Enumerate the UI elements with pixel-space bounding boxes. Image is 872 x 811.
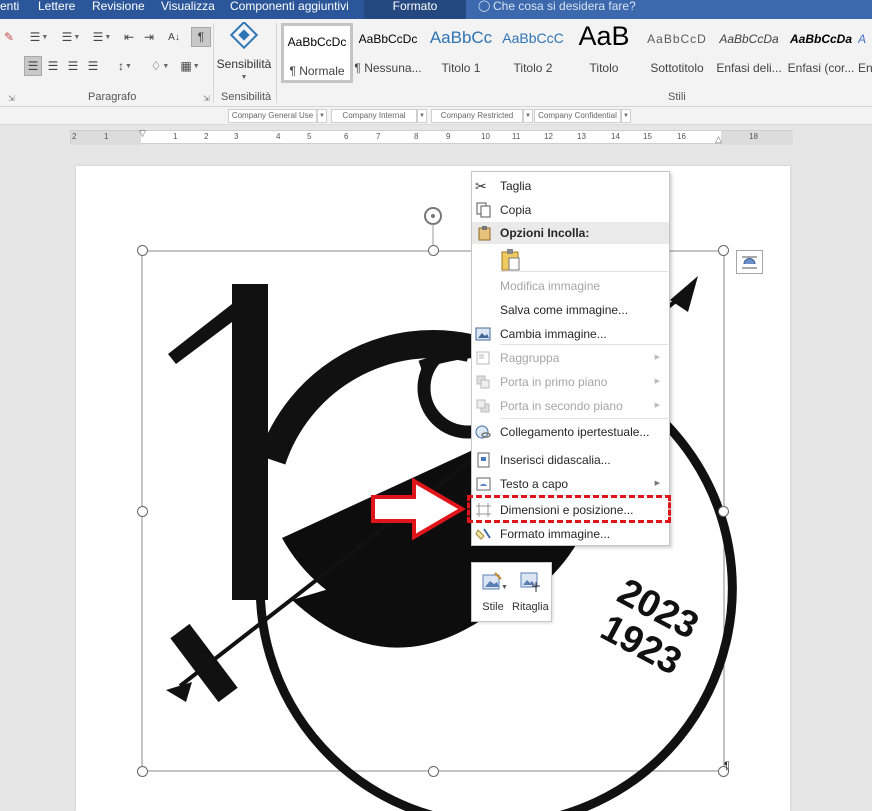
logo-digit-one bbox=[232, 284, 268, 600]
hyperlink-icon bbox=[475, 425, 491, 439]
menu-item-label: Porta in primo piano bbox=[500, 375, 608, 389]
logo-plane-top bbox=[670, 276, 698, 312]
submenu-arrow-icon: ▶ bbox=[654, 378, 660, 385]
red-arrow-annotation bbox=[371, 477, 466, 541]
menu-item-label: Raggruppa bbox=[500, 351, 560, 365]
group-icon bbox=[476, 351, 490, 365]
submenu-arrow-icon: ▶ bbox=[654, 480, 660, 487]
context-menu: ✂ Taglia Copia Opzioni Incolla: Modifica… bbox=[471, 171, 670, 546]
menu-item-raggruppa[interactable]: Raggruppa ▶ bbox=[472, 346, 669, 370]
menu-item-porta-in-primo-piano[interactable]: Porta in primo piano ▶ bbox=[472, 370, 669, 394]
menu-item-label: Collegamento ipertestuale... bbox=[500, 425, 650, 439]
menu-item-label: Cambia immagine... bbox=[500, 327, 607, 341]
clipboard-icon bbox=[478, 226, 491, 241]
resize-handle-bottom[interactable] bbox=[428, 766, 439, 777]
layout-options-button[interactable] bbox=[736, 250, 763, 274]
submenu-arrow-icon: ▶ bbox=[654, 402, 660, 409]
paste-options-header: Opzioni Incolla: bbox=[472, 222, 669, 244]
logo-digit-one-flag bbox=[168, 304, 240, 364]
menu-item-cambia-immagine[interactable]: Cambia immagine... bbox=[472, 322, 669, 346]
menu-item-modifica-immagine[interactable]: Modifica immagine bbox=[472, 274, 669, 298]
menu-item-label: Salva come immagine... bbox=[500, 303, 629, 317]
copy-icon bbox=[476, 202, 491, 218]
menu-item-formato-immagine[interactable]: Formato immagine... bbox=[472, 522, 669, 546]
paste-options-label: Opzioni Incolla: bbox=[500, 226, 590, 240]
menu-item-label: Testo a capo bbox=[500, 477, 569, 491]
anchor-icon: ¶ bbox=[724, 760, 730, 772]
menu-item-label: Taglia bbox=[500, 179, 532, 193]
resize-handle-left[interactable] bbox=[137, 506, 148, 517]
layout-options-icon bbox=[742, 256, 757, 269]
menu-item-label: Modifica immagine bbox=[500, 279, 601, 293]
highlight-annotation bbox=[467, 495, 671, 523]
crop-button-label: Ritaglia bbox=[512, 601, 549, 613]
menu-item-label: Porta in secondo piano bbox=[500, 399, 623, 413]
anniversary-logo-image[interactable]: 2023 1923 bbox=[0, 0, 872, 811]
format-picture-icon bbox=[475, 528, 491, 540]
paste-picture-option[interactable] bbox=[472, 246, 669, 274]
menu-separator bbox=[500, 344, 668, 345]
mini-toolbar: ▼ Stile Ritaglia bbox=[471, 562, 552, 622]
crop-icon bbox=[520, 572, 540, 592]
menu-item-label: Inserisci didascalia... bbox=[500, 453, 611, 467]
menu-item-label: Formato immagine... bbox=[500, 527, 611, 541]
menu-item-taglia[interactable]: ✂ Taglia bbox=[472, 174, 669, 198]
menu-separator bbox=[500, 418, 668, 419]
resize-handle-right[interactable] bbox=[718, 506, 729, 517]
scissors-icon: ✂ bbox=[475, 178, 487, 194]
send-backward-icon bbox=[476, 399, 490, 413]
menu-item-porta-in-secondo-piano[interactable]: Porta in secondo piano ▶ bbox=[472, 394, 669, 418]
paste-picture-icon bbox=[501, 249, 520, 271]
menu-item-inserisci-didascalia[interactable]: Inserisci didascalia... bbox=[472, 448, 669, 472]
wrap-text-icon bbox=[476, 477, 491, 491]
resize-handle-top[interactable] bbox=[428, 245, 439, 256]
resize-handle-top-left[interactable] bbox=[137, 245, 148, 256]
style-button[interactable]: ▼ Stile bbox=[475, 567, 511, 619]
bring-forward-icon bbox=[476, 375, 490, 389]
picture-style-icon: ▼ bbox=[482, 572, 507, 591]
resize-handle-bottom-left[interactable] bbox=[137, 766, 148, 777]
style-button-label: Stile bbox=[482, 601, 504, 613]
rotate-handle-icon[interactable] bbox=[424, 207, 442, 225]
change-picture-icon bbox=[475, 327, 491, 341]
menu-item-collegamento-ipertestuale[interactable]: Collegamento ipertestuale... bbox=[472, 420, 669, 444]
resize-handle-top-right[interactable] bbox=[718, 245, 729, 256]
caption-icon bbox=[477, 452, 490, 468]
menu-item-label: Copia bbox=[500, 203, 532, 217]
crop-button[interactable]: Ritaglia bbox=[512, 567, 549, 619]
logo-plane-tail bbox=[166, 682, 192, 702]
submenu-arrow-icon: ▶ bbox=[654, 354, 660, 361]
svg-text:▼: ▼ bbox=[501, 584, 507, 591]
menu-item-salva-come-immagine[interactable]: Salva come immagine... bbox=[472, 298, 669, 322]
menu-separator bbox=[500, 271, 668, 272]
menu-item-testo-a-capo[interactable]: Testo a capo ▶ bbox=[472, 472, 669, 496]
menu-item-copia[interactable]: Copia bbox=[472, 198, 669, 222]
